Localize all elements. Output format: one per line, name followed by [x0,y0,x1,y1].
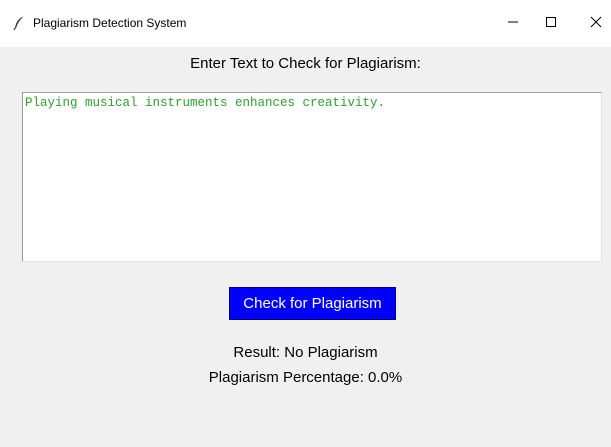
percentage-label: Plagiarism Percentage: 0.0% [208,369,403,386]
minimize-icon [507,15,519,33]
maximize-button[interactable] [528,0,574,48]
close-icon [590,15,602,33]
close-button[interactable] [573,0,611,48]
title-bar[interactable]: Plagiarism Detection System [0,0,611,48]
maximize-icon [545,15,557,33]
app-window: Plagiarism Detection System Enter Text t… [0,0,611,447]
result-label: Result: No Plagiarism [233,344,378,361]
check-plagiarism-button[interactable]: Check for Plagiarism [229,287,396,320]
text-input-area[interactable]: Playing musical instruments enhances cre… [22,92,602,262]
feather-icon [11,15,27,31]
prompt-label: Enter Text to Check for Plagiarism: [190,55,421,72]
window-title: Plagiarism Detection System [33,16,187,30]
